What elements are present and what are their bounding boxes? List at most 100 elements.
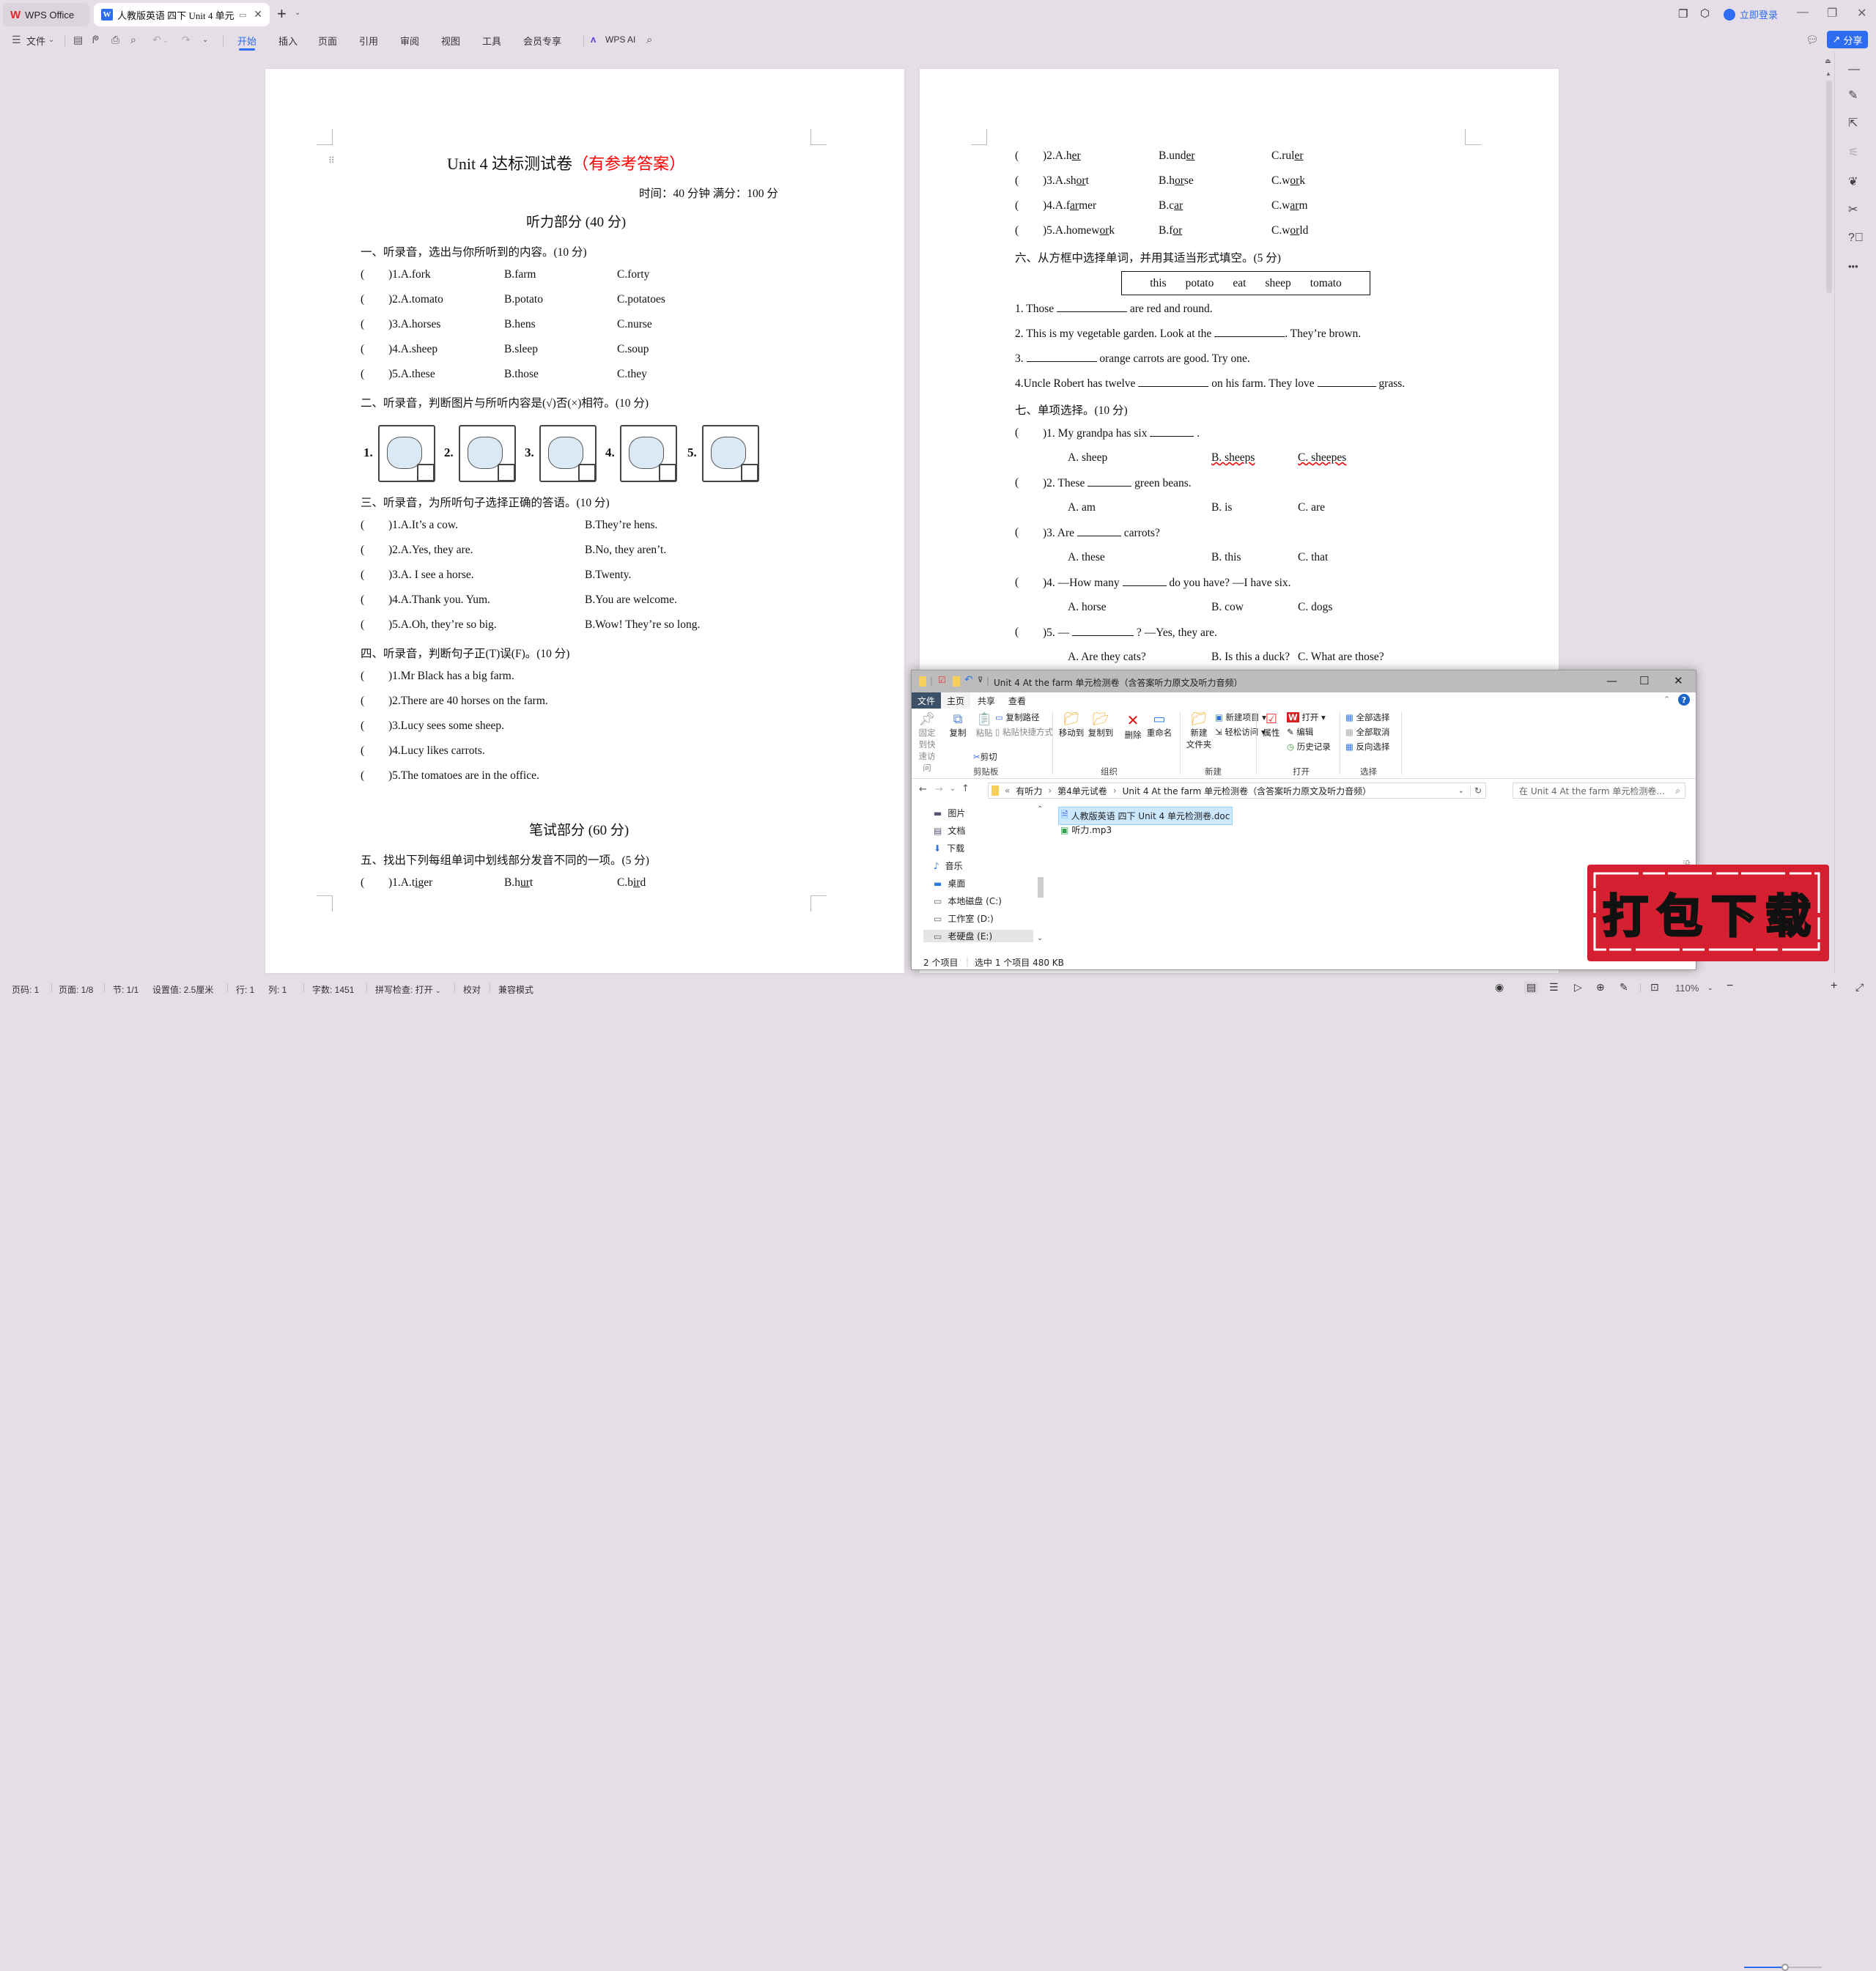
tab-member[interactable]: 会员专享 (523, 34, 561, 48)
navigation-pane[interactable]: ▬ 图片 ▤ 文档 ⬇ 下载 ♪ 音乐 ▬ 桌面 ▭ 本地磁盘 (C:) ▭ 工作室 (D:) ▭ 老硬盘 (… (912, 802, 1051, 949)
scroll-down-icon[interactable]: ⌄ (1037, 934, 1043, 942)
answer-checkbox[interactable] (578, 464, 596, 481)
new-item-button[interactable]: ▣ 新建项目 ▾ (1215, 711, 1266, 723)
web-view-icon[interactable]: ⊕ (1596, 981, 1605, 994)
zoom-slider[interactable] (1744, 1964, 1822, 1971)
nav-item[interactable]: ⬇ 下载 (934, 842, 964, 854)
collapse-icon[interactable]: — (1848, 63, 1860, 76)
search-input[interactable]: 在 Unit 4 At the farm 单元检测卷... ⌕ (1513, 783, 1685, 799)
comment-icon[interactable]: 💬︎ (1806, 34, 1819, 46)
tab-references[interactable]: 引用 (359, 34, 378, 48)
new-folder-quick-icon[interactable] (953, 676, 960, 687)
close-tab-icon[interactable]: ✕ (254, 9, 262, 21)
row-info[interactable]: 行: 1 (236, 983, 254, 996)
chevron-down-icon[interactable]: ⌄ (295, 9, 300, 17)
nav-item[interactable]: ▭ 老硬盘 (E:) (923, 930, 1033, 942)
file-explorer-window[interactable]: | ☑ ↶ ⊽ | Unit 4 At the farm 单元检测卷（含答案听力… (911, 670, 1696, 970)
select-cursor-icon[interactable]: ⇱ (1848, 116, 1858, 130)
nav-scrollbar[interactable]: ⌃ ⌄ (1036, 805, 1045, 944)
nav-item[interactable]: ▬ 桌面 (934, 877, 965, 890)
help-icon[interactable]: ? (1678, 694, 1690, 706)
vertical-scrollbar[interactable] (1826, 81, 1832, 293)
scroll-top-icon[interactable]: ⏏ (1825, 57, 1831, 65)
cut-button[interactable]: ✂剪切 (973, 751, 997, 763)
pin-quick-access-button[interactable]: 📌︎ 固定到快 速访问 (915, 711, 939, 774)
eye-icon[interactable]: ◉ (1495, 981, 1504, 994)
page-view-icon[interactable]: ▤ (1524, 981, 1539, 994)
redo-icon[interactable]: ↷ (182, 34, 191, 46)
fullscreen-icon[interactable]: ⤢ (1855, 981, 1864, 994)
download-stamp-badge[interactable]: 打包下载 (1583, 859, 1839, 969)
answer-checkbox[interactable] (417, 464, 435, 481)
tab-tools[interactable]: 工具 (482, 34, 501, 48)
restore-button[interactable]: ❐ (1827, 6, 1837, 21)
word-count[interactable]: 字数: 1451 (312, 983, 354, 996)
tools-icon[interactable]: ✂ (1848, 202, 1858, 217)
undo-icon[interactable]: ↶ (152, 34, 161, 46)
forward-icon[interactable]: → (935, 784, 943, 795)
move-to-button[interactable]: 📁︎ 移动到 (1058, 711, 1085, 739)
tab-document[interactable]: W 人教版英语 四下 Unit 4 单元检 ▭ ✕ (94, 3, 270, 26)
select-all-button[interactable]: ▦ 全部选择 (1345, 711, 1390, 723)
zoom-level[interactable]: 110% (1675, 983, 1699, 994)
close-window-button[interactable]: ✕ (1857, 6, 1866, 21)
address-dropdown-icon[interactable]: ⌄ (1458, 787, 1464, 795)
edit-button[interactable]: ✎ 编辑 (1287, 726, 1313, 738)
document-page-1[interactable]: ⠿ Unit 4 达标测试卷（有参考答案） 时间：40 分钟 满分：100 分 … (265, 69, 904, 973)
tab-page[interactable]: 页面 (318, 34, 337, 48)
maximize-button[interactable]: ☐ (1639, 674, 1649, 687)
answer-checkbox[interactable] (659, 464, 676, 481)
hamburger-icon[interactable]: ☰ (12, 34, 21, 46)
file-item[interactable]: ▣ 听力.mp3 (1058, 823, 1114, 837)
breadcrumb-item[interactable]: 有听力 (1016, 785, 1042, 797)
export-pdf-icon[interactable]: ᖘ (92, 34, 99, 46)
open-button[interactable]: W 打开 ▾ (1287, 711, 1326, 723)
breadcrumb-item[interactable]: Unit 4 At the farm 单元检测卷（含答案听力原文及听力音频） (1123, 785, 1372, 797)
window-layout-icon[interactable]: ❐ (1678, 7, 1688, 21)
proofread-button[interactable]: 校对 (463, 983, 481, 996)
up-icon[interactable]: ↑ (961, 783, 970, 794)
tab-file[interactable]: 文件 (912, 692, 941, 709)
scroll-thumb[interactable] (1038, 877, 1044, 898)
overflow-icon[interactable]: « (1005, 785, 1010, 796)
login-button[interactable]: 立即登录 (1724, 7, 1778, 21)
new-folder-button[interactable]: 📁︎ 新建 文件夹 (1186, 711, 1212, 750)
customize-toolbar-icon[interactable]: ⊽ (978, 676, 983, 684)
nav-item[interactable]: ▬ 图片 (934, 807, 965, 819)
spell-check-toggle[interactable]: 拼写检查: 打开 ⌄ (375, 983, 441, 996)
delete-button[interactable]: ✕ 删除 (1123, 711, 1143, 741)
nav-item[interactable]: ▤ 文档 (934, 824, 965, 837)
close-button[interactable]: ✕ (1674, 674, 1683, 687)
paste-button[interactable]: 📋︎ 粘贴 (973, 711, 995, 739)
address-bar[interactable]: « 有听力 › 第4单元试卷 › Unit 4 At the farm 单元检测… (988, 783, 1486, 799)
tab-home[interactable]: 主页 (941, 692, 970, 709)
tab-insert[interactable]: 插入 (278, 34, 298, 48)
page-number[interactable]: 页码: 1 (12, 983, 39, 996)
tab-share[interactable]: 共享 (972, 692, 1001, 709)
more-icon[interactable]: ••• (1848, 261, 1858, 272)
nav-item[interactable]: ▭ 本地磁盘 (C:) (934, 895, 1002, 907)
share-button[interactable]: ↗ 分享 (1827, 31, 1868, 48)
zoom-slider-handle[interactable] (1781, 1964, 1789, 1971)
help-icon[interactable]: ?⃝ (1848, 232, 1864, 245)
page-count[interactable]: 页面: 1/8 (59, 983, 93, 996)
chevron-down-icon[interactable]: ⌄ (1707, 984, 1713, 992)
answer-checkbox[interactable] (741, 464, 758, 481)
play-icon[interactable]: ▷ (1574, 981, 1582, 994)
answer-checkbox[interactable] (498, 464, 515, 481)
setting-value[interactable]: 设置值: 2.5厘米 (152, 983, 213, 996)
minimize-button[interactable]: — (1797, 6, 1809, 19)
paste-shortcut-button[interactable]: ▯ 粘贴快捷方式 (995, 726, 1053, 738)
nav-item[interactable]: ▭ 工作室 (D:) (934, 912, 994, 925)
tab-wps-home[interactable]: W WPS Office (3, 3, 89, 26)
menu-file[interactable]: 文件 (26, 34, 45, 48)
tab-view[interactable]: 视图 (441, 34, 460, 48)
zoom-out-button[interactable]: − (1727, 980, 1733, 993)
pen-icon[interactable]: ✎ (1848, 88, 1858, 103)
drag-handle-icon[interactable]: ⠿ (328, 155, 335, 166)
history-button[interactable]: ◷ 历史记录 (1287, 741, 1331, 752)
explorer-title-bar[interactable]: | ☑ ↶ ⊽ | Unit 4 At the farm 单元检测卷（含答案听力… (912, 670, 1696, 692)
properties-quick-icon[interactable]: ☑ (938, 675, 946, 685)
chevron-down-icon[interactable]: ⌄ (163, 37, 169, 45)
recent-dropdown-icon[interactable]: ⌄ (950, 785, 956, 793)
